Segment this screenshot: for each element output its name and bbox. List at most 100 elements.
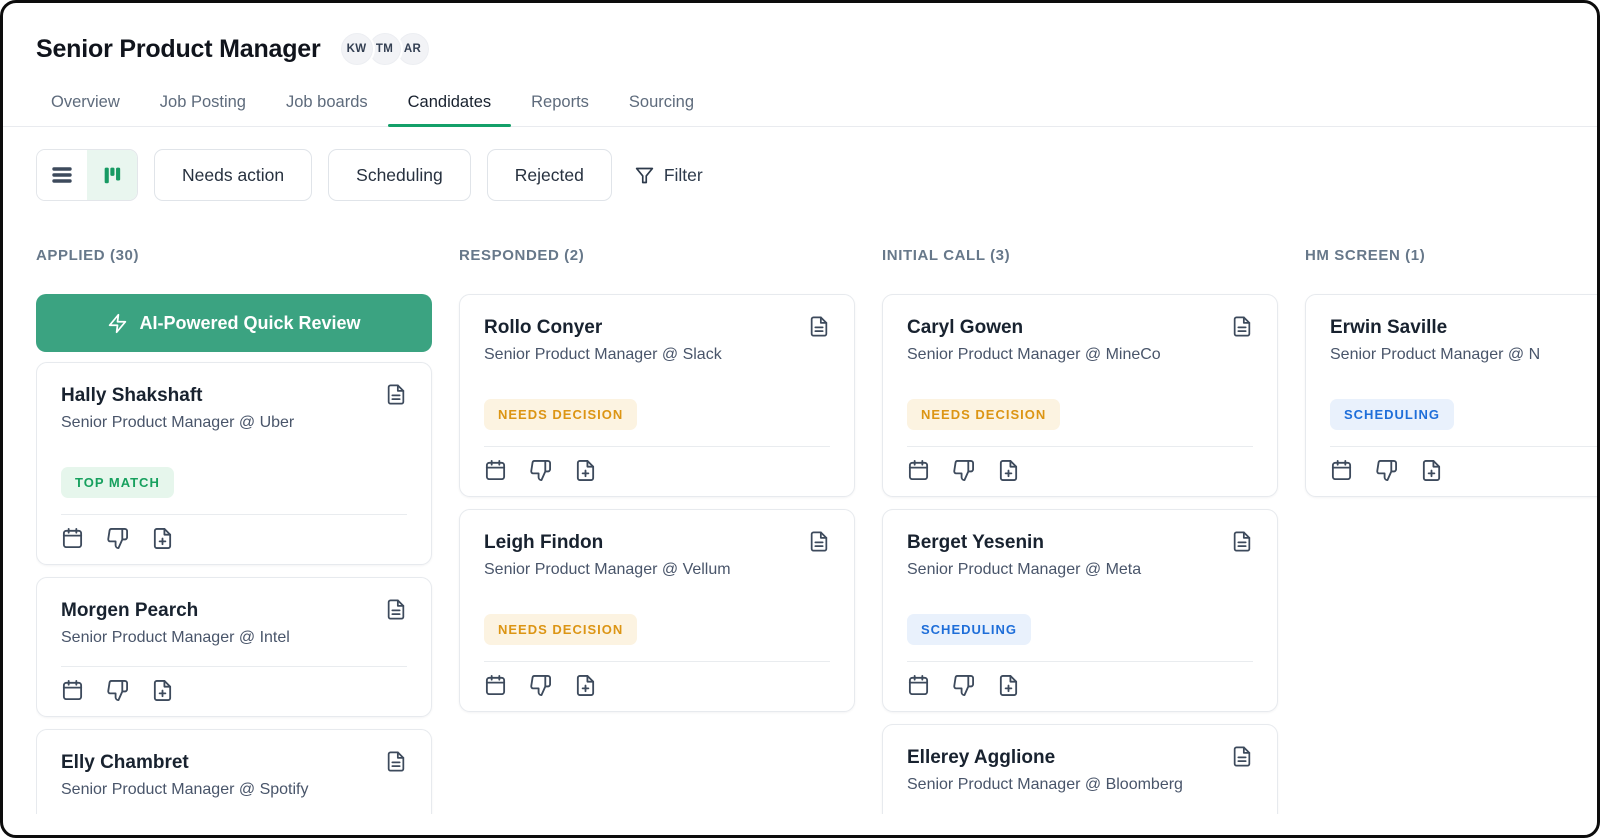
candidate-name: Elly Chambret — [61, 752, 189, 773]
schedule-button[interactable] — [484, 459, 507, 482]
candidate-card[interactable]: Berget Yesenin Senior Product Manager @ M… — [882, 509, 1278, 712]
document-icon — [1231, 745, 1253, 768]
candidate-card[interactable]: Morgen Pearch Senior Product Manager @ In… — [36, 577, 432, 717]
ai-quick-review-button[interactable]: AI-Powered Quick Review — [36, 294, 432, 352]
candidate-name: Erwin Saville — [1330, 317, 1448, 338]
calendar-icon — [484, 674, 507, 697]
tab-sourcing[interactable]: Sourcing — [609, 81, 714, 126]
thumbs-down-icon — [529, 459, 552, 482]
thumbs-down-icon — [1375, 459, 1398, 482]
add-note-button[interactable] — [151, 527, 174, 550]
kanban-view-button[interactable] — [87, 150, 137, 200]
add-note-button[interactable] — [574, 459, 597, 482]
reject-button[interactable] — [1375, 459, 1398, 482]
column-applied: APPLIED (30) AI-Powered Quick Review Hally… — [36, 247, 432, 814]
add-note-button[interactable] — [1420, 459, 1443, 482]
schedule-button[interactable] — [1330, 459, 1353, 482]
add-note-button[interactable] — [151, 679, 174, 702]
schedule-button[interactable] — [61, 527, 84, 550]
filter-button[interactable]: Filter — [634, 165, 703, 186]
tab-overview[interactable]: Overview — [31, 81, 140, 126]
add-note-button[interactable] — [574, 674, 597, 697]
candidate-card[interactable]: Caryl Gowen Senior Product Manager @ Mine… — [882, 294, 1278, 497]
tab-reports[interactable]: Reports — [511, 81, 609, 126]
candidate-card[interactable]: Elly Chambret Senior Product Manager @ Sp… — [36, 729, 432, 814]
candidate-name: Leigh Findon — [484, 532, 604, 553]
resume-button[interactable] — [385, 383, 407, 406]
column-title: APPLIED (30) — [36, 247, 140, 264]
column-initial-call: INITIAL CALL (3) Caryl Gowen Senior Produc… — [882, 247, 1278, 814]
scheduling-button[interactable]: Scheduling — [328, 149, 471, 201]
resume-button[interactable] — [1231, 530, 1253, 553]
add-note-button[interactable] — [997, 674, 1020, 697]
candidate-role: Senior Product Manager @ MineCo — [907, 346, 1161, 363]
document-icon — [385, 750, 407, 773]
calendar-icon — [907, 459, 930, 482]
view-toggle — [36, 149, 138, 201]
reject-button[interactable] — [106, 679, 129, 702]
tab-job-boards[interactable]: Job boards — [266, 81, 388, 126]
thumbs-down-icon — [952, 459, 975, 482]
list-view-button[interactable] — [37, 150, 87, 200]
rejected-button[interactable]: Rejected — [486, 149, 612, 201]
kanban-icon — [101, 164, 123, 186]
document-icon — [385, 383, 407, 406]
reject-button[interactable] — [106, 527, 129, 550]
candidate-name: Morgen Pearch — [61, 600, 199, 621]
kanban-board: APPLIED (30) AI-Powered Quick Review Hally… — [36, 247, 1597, 814]
column-title: INITIAL CALL (3) — [882, 247, 1011, 264]
file-plus-icon — [1420, 459, 1443, 482]
resume-button[interactable] — [808, 315, 830, 338]
list-icon — [50, 163, 74, 187]
status-badge: NEEDS DECISION — [907, 399, 1061, 430]
candidate-card[interactable]: Leigh Findon Senior Product Manager @ Vel… — [459, 509, 855, 712]
schedule-button[interactable] — [907, 674, 930, 697]
column-responded: RESPONDED (2) Rollo Conyer Senior Product … — [459, 247, 855, 724]
candidate-card[interactable]: Rollo Conyer Senior Product Manager @ Sla… — [459, 294, 855, 497]
file-plus-icon — [574, 459, 597, 482]
candidate-role: Senior Product Manager @ N — [1330, 346, 1541, 363]
file-plus-icon — [997, 674, 1020, 697]
candidate-card[interactable]: Hally Shakshaft Senior Product Manager @ … — [36, 362, 432, 565]
calendar-icon — [484, 459, 507, 482]
candidate-card[interactable]: Erwin Saville Senior Product Manager @ N S… — [1305, 294, 1597, 497]
document-icon — [808, 315, 830, 338]
status-badge: SCHEDULING — [1330, 399, 1454, 430]
candidate-name: Caryl Gowen — [907, 317, 1024, 338]
candidate-name: Hally Shakshaft — [61, 385, 203, 406]
candidate-role: Senior Product Manager @ Intel — [61, 629, 290, 646]
status-badge: TOP MATCH — [61, 467, 174, 498]
thumbs-down-icon — [106, 527, 129, 550]
schedule-button[interactable] — [61, 679, 84, 702]
document-icon — [808, 530, 830, 553]
column-hm-screen: HM SCREEN (1) Erwin Saville Senior Product… — [1305, 247, 1597, 509]
candidate-role: Senior Product Manager @ Vellum — [484, 561, 731, 578]
tab-candidates[interactable]: Candidates — [387, 81, 512, 127]
status-badge: NEEDS DECISION — [484, 614, 638, 645]
tab-job-posting[interactable]: Job Posting — [140, 81, 266, 126]
calendar-icon — [61, 527, 84, 550]
page-title: Senior Product Manager — [36, 34, 321, 63]
reject-button[interactable] — [529, 674, 552, 697]
resume-button[interactable] — [808, 530, 830, 553]
job-header: Senior Product Manager KW TM AR — [3, 3, 1597, 67]
board-toolbar: Needs action Scheduling Rejected Filter — [36, 149, 1597, 201]
candidate-card[interactable]: Ellerey Agglione Senior Product Manager @… — [882, 724, 1278, 814]
schedule-button[interactable] — [484, 674, 507, 697]
resume-button[interactable] — [1231, 315, 1253, 338]
filter-label: Filter — [663, 164, 703, 185]
calendar-icon — [1330, 459, 1353, 482]
collaborator-avatars: KW TM AR — [338, 31, 431, 67]
reject-button[interactable] — [952, 674, 975, 697]
reject-button[interactable] — [952, 459, 975, 482]
ai-quick-review-label: AI-Powered Quick Review — [139, 312, 361, 333]
needs-action-button[interactable]: Needs action — [154, 149, 313, 201]
status-badge: NEEDS DECISION — [484, 399, 638, 430]
add-note-button[interactable] — [997, 459, 1020, 482]
resume-button[interactable] — [385, 598, 407, 621]
resume-button[interactable] — [385, 750, 407, 773]
schedule-button[interactable] — [907, 459, 930, 482]
resume-button[interactable] — [1231, 745, 1253, 768]
reject-button[interactable] — [529, 459, 552, 482]
avatar-kw[interactable]: KW — [338, 31, 375, 67]
